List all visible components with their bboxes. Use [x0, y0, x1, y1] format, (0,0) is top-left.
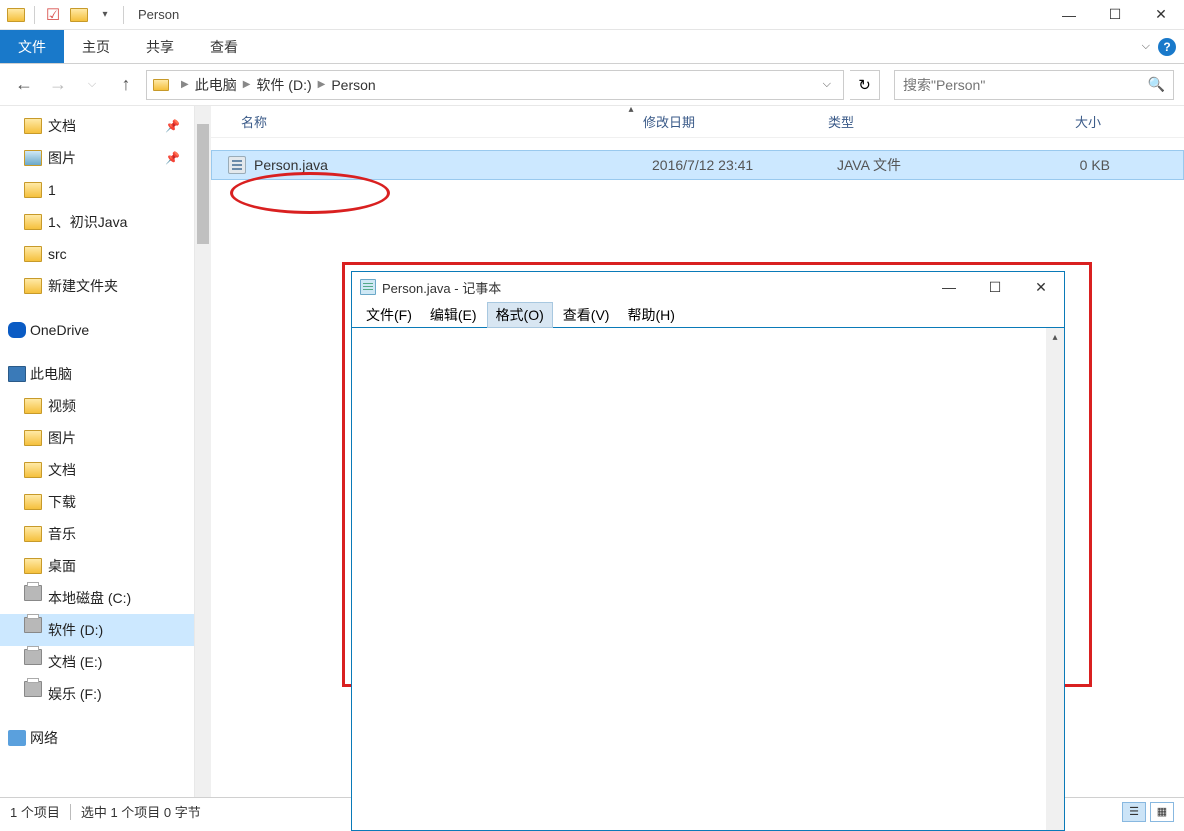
forward-button[interactable]: → [44, 71, 72, 99]
qat-dropdown-button[interactable]: ▾ [93, 3, 117, 27]
sidebar-item[interactable]: 1、初识Java [0, 206, 194, 238]
breadcrumb[interactable]: ▶ 此电脑 ▶ 软件 (D:) ▶ Person ⌵ [146, 70, 844, 100]
file-name: Person.java [254, 157, 640, 173]
annotation-rect: Person.java - 记事本 — ☐ ✕ 文件(F) 编辑(E) 格式(O… [342, 262, 1092, 687]
breadcrumb-part[interactable]: Person [331, 77, 375, 93]
tab-file[interactable]: 文件 [0, 30, 64, 63]
breadcrumb-part[interactable]: 此电脑 [195, 75, 237, 95]
column-size[interactable]: 大小 [1001, 112, 1121, 131]
pin-icon: 📌 [165, 151, 180, 165]
maximize-button[interactable]: ☐ [1092, 0, 1138, 30]
search-input[interactable] [903, 77, 1148, 93]
notepad-scrollbar[interactable]: ▴ [1046, 328, 1064, 830]
search-icon[interactable]: 🔍 [1148, 76, 1165, 93]
sidebar-pc-downloads[interactable]: 下载 [0, 486, 194, 518]
sidebar-item-pictures[interactable]: 图片📌 [0, 142, 194, 174]
notepad-window: Person.java - 记事本 — ☐ ✕ 文件(F) 编辑(E) 格式(O… [351, 271, 1065, 831]
file-date: 2016/7/12 23:41 [640, 157, 825, 173]
breadcrumb-part[interactable]: 软件 (D:) [256, 75, 311, 95]
notepad-textarea[interactable]: ▴ [352, 328, 1064, 830]
pin-icon: 📌 [165, 119, 180, 133]
sidebar-drive-c[interactable]: 本地磁盘 (C:) [0, 582, 194, 614]
nav-pane[interactable]: 文档📌 图片📌 1 1、初识Java src 新建文件夹 OneDrive 此电… [0, 106, 195, 797]
window-title: Person [138, 7, 179, 22]
sidebar-pc-music[interactable]: 音乐 [0, 518, 194, 550]
breadcrumb-dropdown[interactable]: ⌵ [817, 78, 837, 91]
sidebar-drive-d[interactable]: 软件 (D:) [0, 614, 194, 646]
sidebar-item[interactable]: src [0, 238, 194, 270]
sidebar-drive-e[interactable]: 文档 (E:) [0, 646, 194, 678]
file-row[interactable]: Person.java 2016/7/12 23:41 JAVA 文件 0 KB [211, 150, 1184, 180]
notepad-close-button[interactable]: ✕ [1018, 272, 1064, 302]
notepad-menu-file[interactable]: 文件(F) [358, 303, 420, 327]
status-count: 1 个项目 [10, 802, 60, 821]
column-date[interactable]: 修改日期 [631, 112, 816, 131]
column-type[interactable]: 类型 [816, 112, 1001, 131]
chevron-right-icon: ▶ [181, 79, 189, 90]
qat-newfolder-button[interactable] [67, 3, 91, 27]
sidebar-thispc[interactable]: 此电脑 [0, 358, 194, 390]
column-headers: ▴ 名称 修改日期 类型 大小 [211, 106, 1184, 138]
sidebar-item-documents[interactable]: 文档📌 [0, 110, 194, 142]
view-thumbnails-button[interactable]: ▦ [1150, 802, 1174, 822]
sidebar-pc-pictures[interactable]: 图片 [0, 422, 194, 454]
ribbon-expand-icon[interactable]: ⌵ [1142, 40, 1150, 53]
notepad-menu-view[interactable]: 查看(V) [555, 303, 618, 327]
back-button[interactable]: ← [10, 71, 38, 99]
navigation-bar: ← → ⌵ ↑ ▶ 此电脑 ▶ 软件 (D:) ▶ Person ⌵ ↻ 🔍 [0, 64, 1184, 106]
ribbon: 文件 主页 共享 查看 ⌵ ? [0, 30, 1184, 64]
file-size: 0 KB [1010, 157, 1130, 173]
notepad-menu-format[interactable]: 格式(O) [487, 302, 553, 328]
column-name[interactable]: 名称 [211, 112, 631, 131]
file-type: JAVA 文件 [825, 155, 1010, 175]
scroll-up-icon[interactable]: ▴ [1046, 328, 1064, 346]
help-icon[interactable]: ? [1158, 38, 1176, 56]
search-box[interactable]: 🔍 [894, 70, 1174, 100]
notepad-menu-edit[interactable]: 编辑(E) [422, 303, 485, 327]
sidebar-onedrive[interactable]: OneDrive [0, 314, 194, 346]
java-file-icon [228, 156, 246, 174]
notepad-menubar: 文件(F) 编辑(E) 格式(O) 查看(V) 帮助(H) [352, 302, 1064, 328]
qat-properties-button[interactable]: ☑ [41, 3, 65, 27]
sidebar-pc-videos[interactable]: 视频 [0, 390, 194, 422]
sidebar-drive-f[interactable]: 娱乐 (F:) [0, 678, 194, 710]
notepad-title: Person.java - 记事本 [382, 278, 501, 297]
tab-home[interactable]: 主页 [64, 30, 128, 63]
folder-icon [4, 3, 28, 27]
tab-share[interactable]: 共享 [128, 30, 192, 63]
chevron-right-icon: ▶ [318, 79, 326, 90]
sidebar-scrollbar[interactable] [195, 106, 211, 797]
status-selection: 选中 1 个项目 0 字节 [81, 802, 201, 821]
sidebar-pc-documents[interactable]: 文档 [0, 454, 194, 486]
sort-indicator-icon: ▴ [628, 104, 633, 115]
notepad-icon [360, 279, 376, 295]
notepad-menu-help[interactable]: 帮助(H) [619, 303, 682, 327]
folder-icon [153, 79, 169, 91]
notepad-maximize-button[interactable]: ☐ [972, 272, 1018, 302]
sidebar-pc-desktop[interactable]: 桌面 [0, 550, 194, 582]
sidebar-network[interactable]: 网络 [0, 722, 194, 754]
tab-view[interactable]: 查看 [192, 30, 256, 63]
up-button[interactable]: ↑ [112, 71, 140, 99]
sidebar-item[interactable]: 1 [0, 174, 194, 206]
sidebar-item[interactable]: 新建文件夹 [0, 270, 194, 302]
minimize-button[interactable]: — [1046, 0, 1092, 30]
recent-dropdown[interactable]: ⌵ [78, 71, 106, 99]
close-button[interactable]: ✕ [1138, 0, 1184, 30]
window-titlebar: ☑ ▾ Person — ☐ ✕ [0, 0, 1184, 30]
refresh-button[interactable]: ↻ [850, 70, 880, 100]
view-details-button[interactable]: ☰ [1122, 802, 1146, 822]
notepad-minimize-button[interactable]: — [926, 272, 972, 302]
chevron-right-icon: ▶ [243, 79, 251, 90]
notepad-titlebar[interactable]: Person.java - 记事本 — ☐ ✕ [352, 272, 1064, 302]
